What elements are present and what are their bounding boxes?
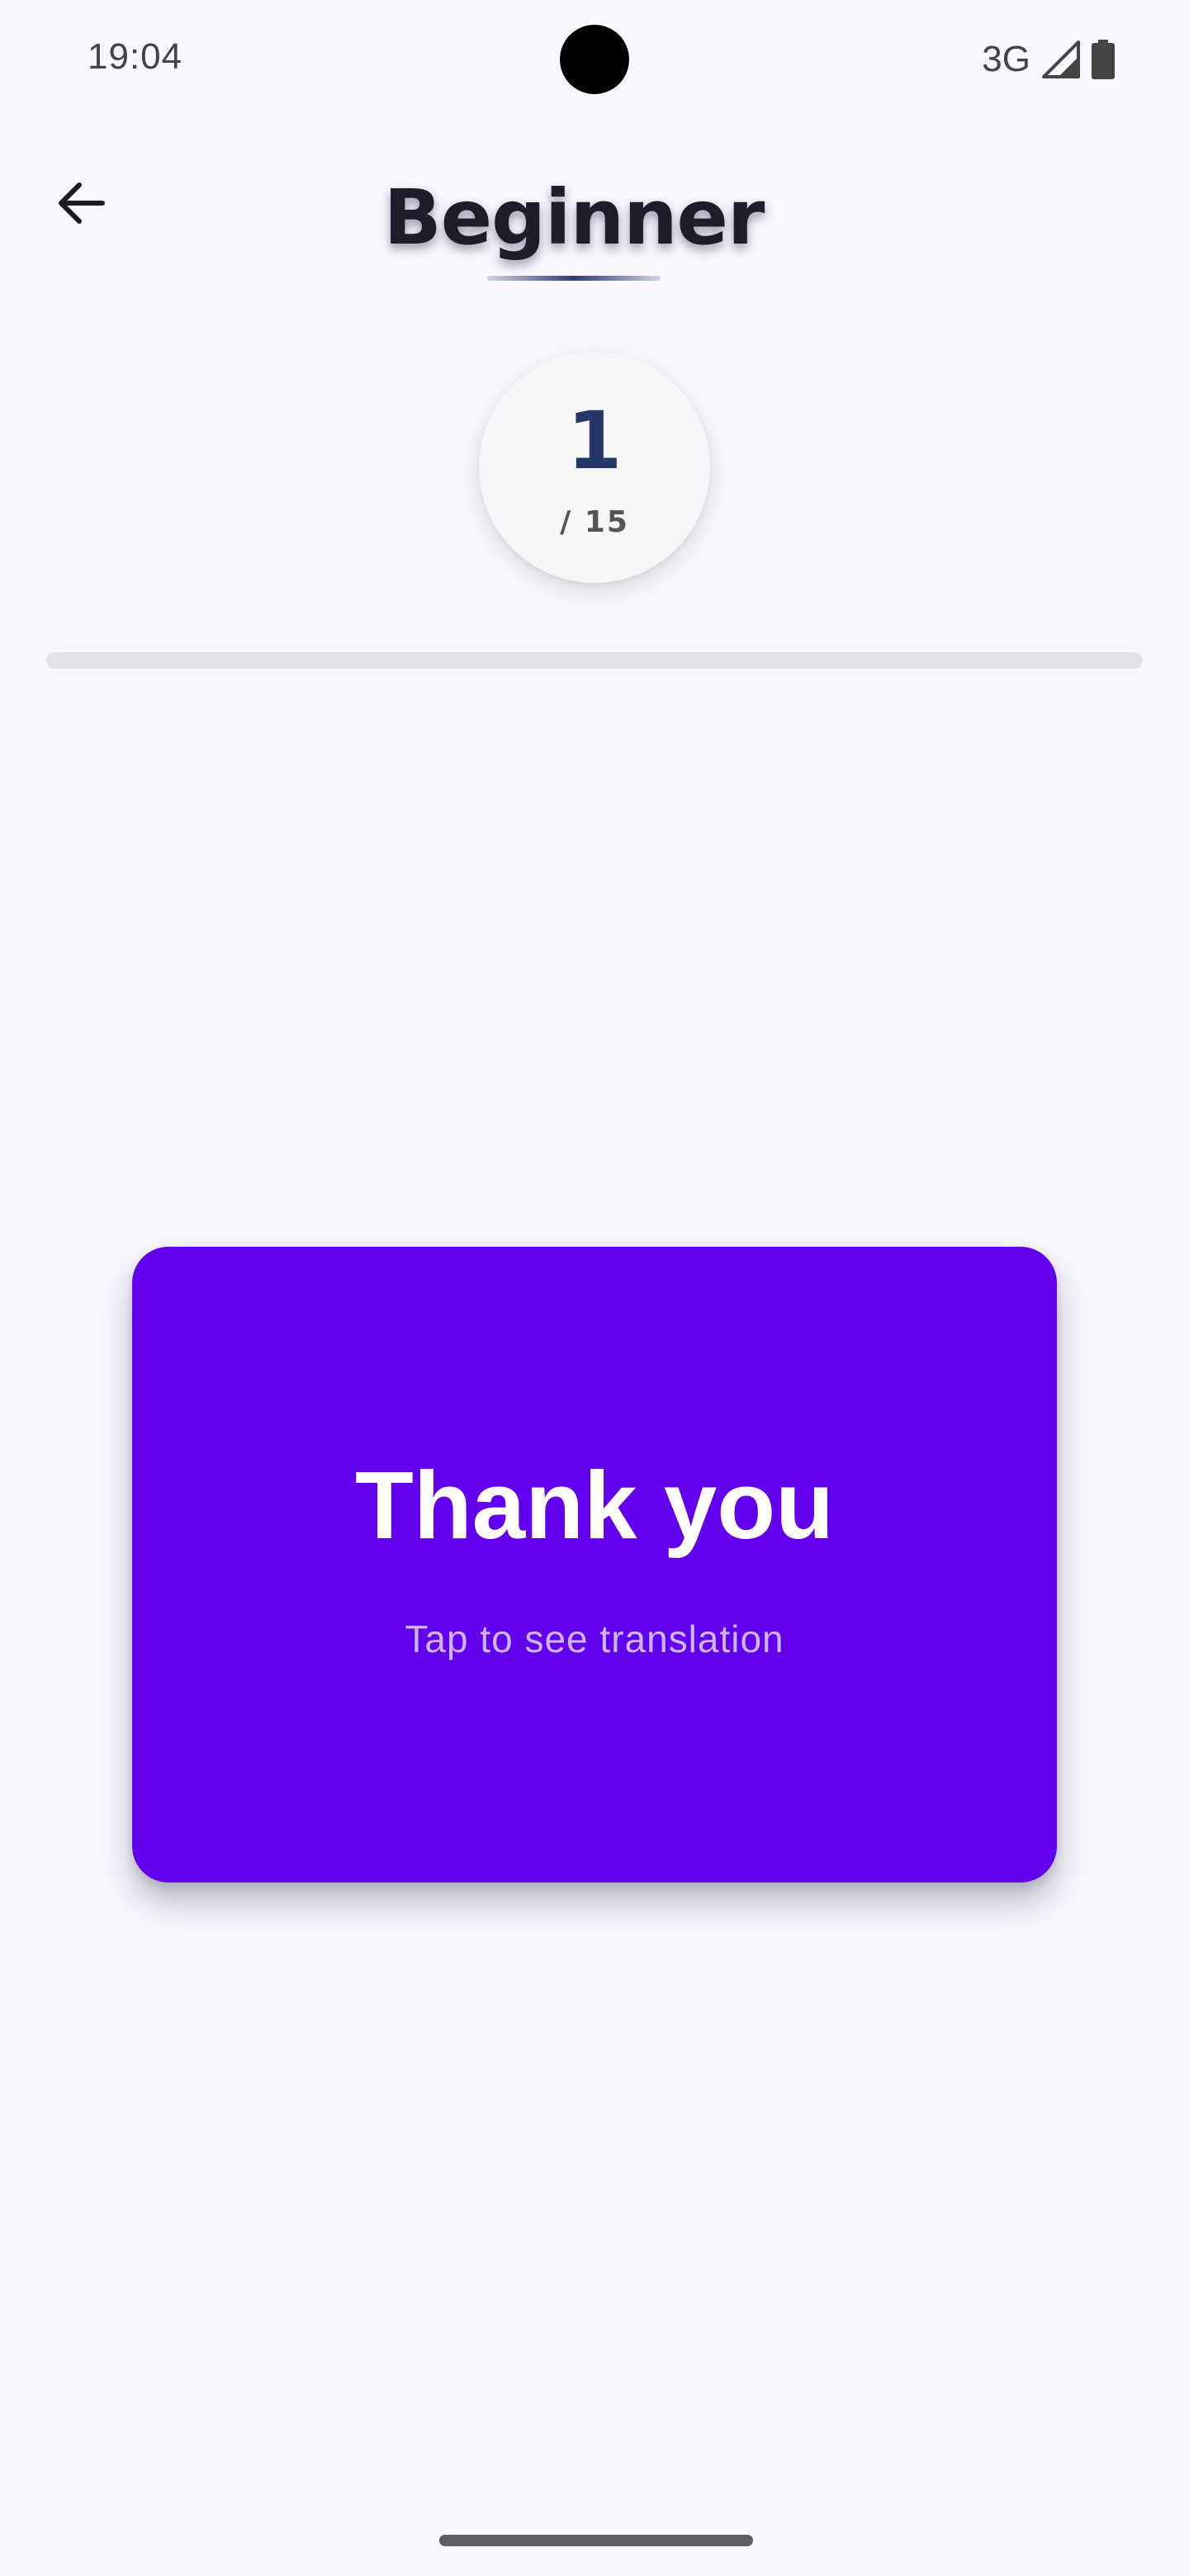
network-type-label: 3G xyxy=(982,39,1030,79)
title-container: Beginner xyxy=(0,173,1148,262)
flashcard[interactable]: Thank you Tap to see translation xyxy=(132,1247,1057,1882)
card-counter: 1 / 15 xyxy=(479,352,710,583)
counter-current: 1 xyxy=(566,395,623,487)
signal-icon xyxy=(1042,40,1080,78)
gesture-nav-bar[interactable] xyxy=(439,2535,753,2546)
status-time: 19:04 xyxy=(88,36,183,77)
page-title: Beginner xyxy=(383,173,765,262)
status-bar: 19:04 3G xyxy=(0,0,1189,116)
counter-total: / 15 xyxy=(560,505,629,539)
flashcard-word: Thank you xyxy=(354,1451,835,1559)
progress-bar xyxy=(46,652,1143,669)
app-bar: Beginner xyxy=(0,149,1189,297)
battery-icon xyxy=(1092,40,1115,79)
title-underline xyxy=(487,276,661,281)
flashcard-hint: Tap to see translation xyxy=(405,1617,784,1660)
camera-cutout xyxy=(560,25,629,94)
status-icons: 3G xyxy=(982,36,1115,83)
